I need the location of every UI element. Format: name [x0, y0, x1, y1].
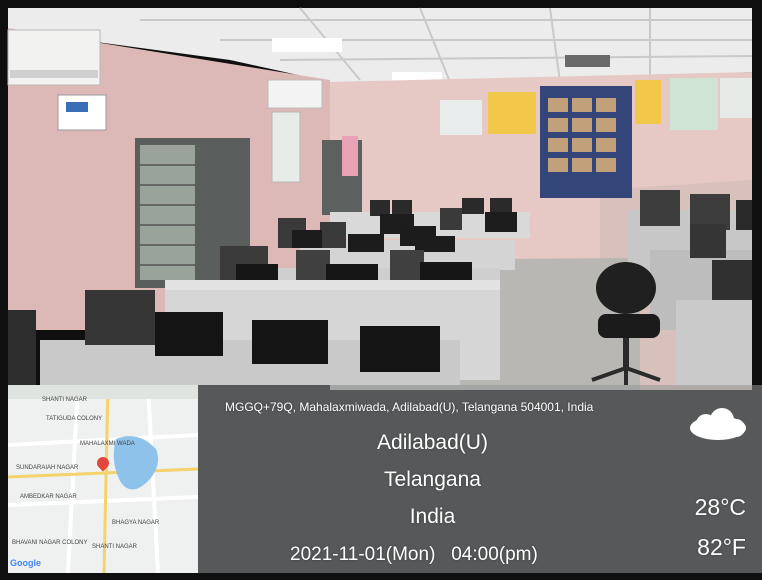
city-text: Adilabad(U) — [377, 431, 488, 454]
state-text: Telangana — [384, 468, 481, 491]
cloud-icon — [690, 408, 746, 440]
temperature-fahrenheit: 82°F — [697, 534, 746, 560]
address-text: MGGQ+79Q, Mahalaxmiwada, Adilabad(U), Te… — [225, 400, 594, 414]
map-label-5: AMBEDKAR NAGAR — [20, 494, 77, 500]
geotag-photo: SHANTI NAGAR TATIGUDA COLONY MAHALAXMI W… — [0, 0, 762, 580]
temperature-celsius: 28°C — [694, 494, 746, 520]
map-label-3: MAHALAXMI WADA — [80, 441, 135, 447]
map-label-1: SHANTI NAGAR — [42, 397, 88, 403]
datetime-text: 2021-11-01(Mon) 04:00(pm) — [290, 544, 538, 565]
google-logo: Google — [10, 558, 41, 568]
map-label-7: BHAVANI NAGAR COLONY — [12, 540, 88, 546]
map-label-4: SUNDARAIAH NAGAR — [16, 465, 79, 471]
map-label-8: SHANTI NAGAR — [92, 544, 138, 550]
country-text: India — [409, 505, 456, 528]
map-label-2: TATIGUDA COLONY — [46, 416, 103, 422]
map-label-6: BHAGYA NAGAR — [112, 520, 160, 526]
